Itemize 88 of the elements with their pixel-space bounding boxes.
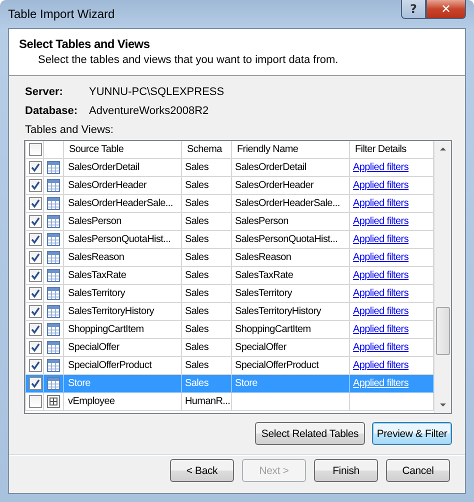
- table-cell: Sales: [182, 230, 232, 248]
- table-cell: SalesTerritory: [232, 284, 350, 302]
- checkbox[interactable]: [29, 395, 42, 408]
- table-cell: SalesTaxRate: [64, 266, 182, 284]
- table-cell: SalesTerritory: [64, 284, 182, 302]
- table-cell: ShoppingCartItem: [64, 320, 182, 338]
- table-cell: SalesOrderHeaderSale...: [64, 194, 182, 212]
- help-button[interactable]: ?: [401, 0, 426, 19]
- table-cell: Store: [232, 374, 350, 392]
- checkbox[interactable]: [29, 143, 42, 156]
- table-cell: SalesPersonQuotaHist...: [64, 230, 182, 248]
- table-cell: SalesReason: [232, 248, 350, 266]
- checkbox[interactable]: [29, 233, 42, 246]
- table-icon: [47, 341, 60, 354]
- select-related-button[interactable]: Select Related Tables: [255, 422, 365, 445]
- table-cell: SalesOrderHeaderSale...: [232, 194, 350, 212]
- table-icon: [47, 323, 60, 336]
- table-icon: [47, 359, 60, 372]
- table-cell: Sales: [182, 212, 232, 230]
- page-subtitle: Select the tables and views that you want to import data from.: [38, 54, 340, 66]
- checkbox[interactable]: [29, 197, 42, 210]
- table-cell: Sales: [182, 374, 232, 392]
- field-value: YUNNU-PC\SQLEXPRESS: [89, 86, 226, 98]
- column-header[interactable]: Filter Details: [350, 141, 434, 158]
- finish-button[interactable]: Finish: [314, 459, 378, 482]
- table-cell: SalesPerson: [232, 212, 350, 230]
- back-button[interactable]: < Back: [170, 459, 234, 482]
- table-cell: Sales: [182, 158, 232, 176]
- table-cell: Sales: [182, 176, 232, 194]
- checkbox[interactable]: [29, 215, 42, 228]
- table-cell: SalesTerritoryHistory: [64, 302, 182, 320]
- field-label: Database:: [25, 105, 79, 117]
- page-title: Select Tables and Views: [19, 37, 151, 51]
- table-icon: [47, 269, 60, 282]
- table-cell: Sales: [182, 248, 232, 266]
- table-cell: SalesPerson: [64, 212, 182, 230]
- table-cell: SalesPersonQuotaHist...: [232, 230, 350, 248]
- close-button[interactable]: ✕: [426, 0, 466, 19]
- table-cell: Sales: [182, 194, 232, 212]
- column-header[interactable]: Friendly Name: [232, 141, 350, 158]
- table-cell: Sales: [182, 302, 232, 320]
- table-cell: SalesTerritoryHistory: [232, 302, 350, 320]
- checkbox[interactable]: [29, 269, 42, 282]
- scroll-thumb[interactable]: [436, 307, 450, 355]
- preview-filter-button[interactable]: Preview & Filter: [372, 422, 452, 445]
- checkbox[interactable]: [29, 305, 42, 318]
- table-cell: Sales: [182, 284, 232, 302]
- table-cell: Store: [64, 374, 182, 392]
- checkbox[interactable]: [29, 161, 42, 174]
- checkbox[interactable]: [29, 251, 42, 264]
- tables-label: Tables and Views:: [25, 124, 114, 136]
- table-icon: [47, 287, 60, 300]
- table-icon: [47, 233, 60, 246]
- table-cell: Sales: [182, 338, 232, 356]
- table-cell: SpecialOffer: [64, 338, 182, 356]
- table-cell: SpecialOffer: [232, 338, 350, 356]
- table-icon: [47, 305, 60, 318]
- table-cell: HumanR...: [182, 392, 232, 410]
- table-icon: [47, 197, 60, 210]
- checkbox[interactable]: [29, 179, 42, 192]
- view-icon: [47, 395, 60, 408]
- table-icon: [47, 161, 60, 174]
- field-label: Server:: [25, 86, 64, 98]
- table-cell: SalesOrderDetail: [64, 158, 182, 176]
- checkbox[interactable]: [29, 341, 42, 354]
- scrollbar[interactable]: [434, 141, 451, 413]
- cancel-button[interactable]: Cancel: [386, 459, 450, 482]
- checkbox[interactable]: [29, 287, 42, 300]
- column-header[interactable]: Source Table: [64, 141, 182, 158]
- table-cell: ShoppingCartItem: [232, 320, 350, 338]
- table-cell: SalesOrderHeader: [232, 176, 350, 194]
- table-cell: SalesOrderDetail: [232, 158, 350, 176]
- table-cell: vEmployee: [64, 392, 182, 410]
- table-cell: SalesTaxRate: [232, 266, 350, 284]
- checkbox[interactable]: [29, 359, 42, 372]
- table-cell: Sales: [182, 320, 232, 338]
- table-cell: Sales: [182, 266, 232, 284]
- table-icon: [47, 215, 60, 228]
- table-icon: [47, 179, 60, 192]
- table-cell: SalesOrderHeader: [64, 176, 182, 194]
- table-icon: [47, 251, 60, 264]
- window-title: Table Import Wizard: [8, 7, 115, 21]
- checkbox[interactable]: [29, 377, 42, 390]
- column-header[interactable]: Schema: [182, 141, 232, 158]
- table-cell: SalesReason: [64, 248, 182, 266]
- field-value: AdventureWorks2008R2: [89, 105, 210, 117]
- checkbox[interactable]: [29, 323, 42, 336]
- table-icon: [47, 377, 60, 390]
